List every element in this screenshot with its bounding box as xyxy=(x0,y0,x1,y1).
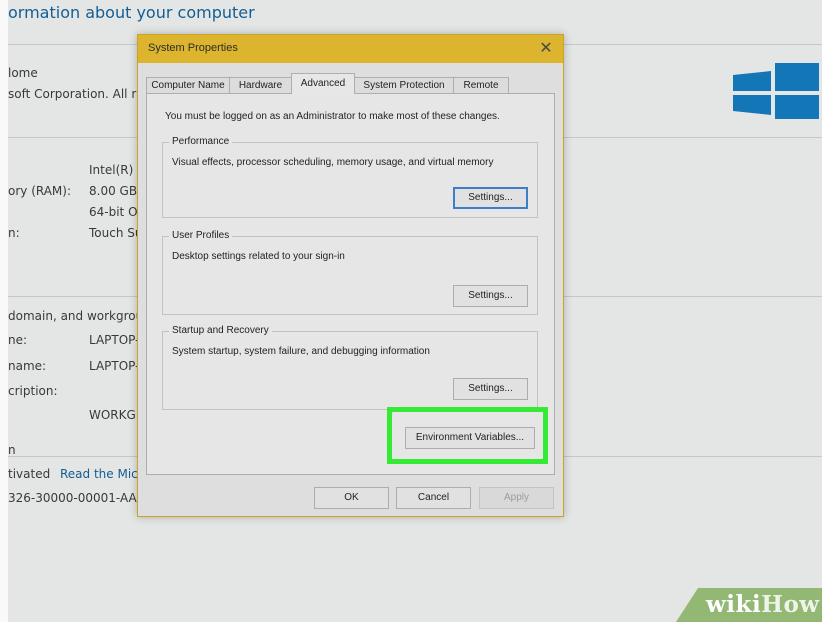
description-label: cription: xyxy=(8,384,58,398)
dialog-title: System Properties xyxy=(148,42,238,54)
close-icon[interactable]: ✕ xyxy=(535,38,557,60)
user-profiles-title: User Profiles xyxy=(169,230,233,241)
performance-title: Performance xyxy=(169,136,233,147)
startup-recovery-title: Startup and Recovery xyxy=(169,325,272,336)
performance-description: Visual effects, processor scheduling, me… xyxy=(172,157,494,168)
workgroup-value: WORKGR xyxy=(89,408,145,422)
full-name-value: LAPTOP- xyxy=(89,359,140,373)
dialog-titlebar[interactable]: System Properties ✕ xyxy=(138,35,563,63)
tab-system-protection[interactable]: System Protection xyxy=(354,77,454,93)
full-name-label: name: xyxy=(8,359,47,373)
environment-variables-highlight xyxy=(387,407,548,464)
tab-remote[interactable]: Remote xyxy=(453,77,509,93)
wikihow-how: How xyxy=(761,591,820,618)
user-profiles-description: Desktop settings related to your sign-in xyxy=(172,251,345,262)
startup-recovery-settings-button[interactable]: Settings... xyxy=(453,378,528,400)
admin-note: You must be logged on as an Administrato… xyxy=(165,111,500,122)
product-id: 326-30000-00001-AA37 xyxy=(8,491,152,505)
pen-touch-value: Touch Su xyxy=(89,226,143,240)
edition-line-2: soft Corporation. All rig xyxy=(8,87,148,101)
computer-name-label: ne: xyxy=(8,333,28,347)
page-heading: ormation about your computer xyxy=(8,3,255,22)
pen-touch-label: n: xyxy=(8,226,20,240)
ok-button[interactable]: OK xyxy=(314,487,389,509)
startup-recovery-description: System startup, system failure, and debu… xyxy=(172,346,430,357)
ram-value: 8.00 GB xyxy=(89,184,138,198)
wikihow-watermark: wikiHow xyxy=(676,588,822,622)
activation-status: tivated xyxy=(8,467,51,481)
section-domain-title: domain, and workgroup xyxy=(8,309,151,323)
user-profiles-settings-button[interactable]: Settings... xyxy=(453,285,528,307)
tab-advanced[interactable]: Advanced xyxy=(291,73,355,94)
startup-recovery-group: Startup and Recovery System startup, sys… xyxy=(162,325,538,410)
user-profiles-group: User Profiles Desktop settings related t… xyxy=(162,230,538,315)
wikihow-wiki: wiki xyxy=(706,591,762,618)
performance-group: Performance Visual effects, processor sc… xyxy=(162,136,538,218)
computer-name-value: LAPTOP- xyxy=(89,333,140,347)
edition-line-1: lome xyxy=(8,66,38,80)
ram-label: ory (RAM): xyxy=(8,184,72,198)
tab-computer-name[interactable]: Computer Name xyxy=(146,77,230,93)
cancel-button[interactable]: Cancel xyxy=(396,487,471,509)
apply-button[interactable]: Apply xyxy=(479,487,554,509)
section-activation-title: n xyxy=(8,443,16,457)
wikihow-logo: wikiHow xyxy=(706,591,820,618)
tab-hardware[interactable]: Hardware xyxy=(229,77,292,93)
windows-logo-icon xyxy=(733,63,819,119)
performance-settings-button[interactable]: Settings... xyxy=(453,187,528,209)
